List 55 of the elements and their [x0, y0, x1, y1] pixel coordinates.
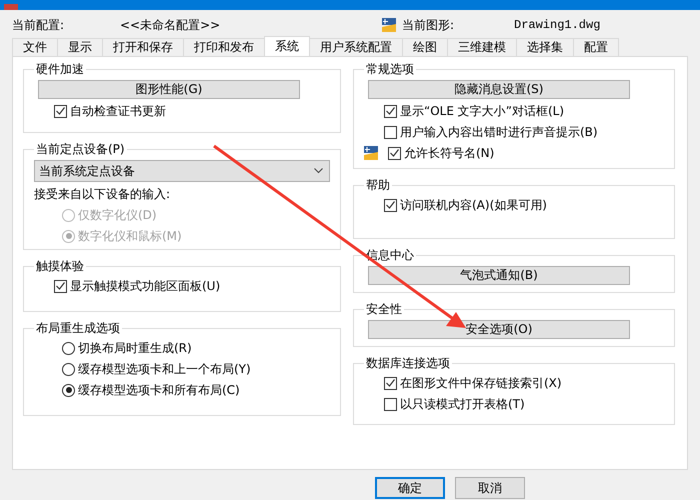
radio-label: 缓存模型选项卡和上一个布局(Y) [78, 360, 251, 378]
checkbox-label: 在图形文件中保存链接索引(X) [400, 374, 562, 392]
radio-button[interactable] [62, 384, 75, 396]
radio-button[interactable] [62, 342, 75, 354]
checkbox[interactable] [388, 146, 401, 160]
checkbox-label: 用户输入内容出错时进行声音提示(B) [400, 124, 598, 140]
group-title: 帮助 [365, 177, 391, 194]
profile-label: 当前配置: [12, 16, 66, 34]
option-button[interactable]: 隐藏消息设置(S) [368, 80, 630, 99]
option-button[interactable]: 气泡式通知(B) [368, 266, 630, 285]
checkbox[interactable] [54, 280, 67, 292]
checkbox-label: 显示触摸模式功能区面板(U) [70, 278, 220, 294]
checkbox[interactable] [54, 104, 67, 118]
checkbox[interactable] [384, 104, 397, 118]
tab[interactable]: 打印和发布 [183, 38, 265, 56]
dialog-button[interactable]: 确定 [375, 477, 445, 499]
group-title: 当前定点设备(P) [35, 141, 126, 158]
checkbox[interactable] [384, 398, 397, 410]
checkbox[interactable] [384, 126, 397, 138]
input-label: 接受来自以下设备的输入: [34, 186, 170, 202]
tab[interactable]: 配置 [573, 38, 619, 56]
checkbox[interactable] [384, 376, 397, 390]
group-title: 硬件加速 [35, 61, 85, 78]
profile-value: <<未命名配置>> [120, 16, 222, 34]
app-icon [4, 4, 18, 10]
radio-label: 仅数字化仪(D) [78, 206, 157, 224]
checkbox-label: 访问联机内容(A)(如果可用) [400, 196, 547, 214]
tab[interactable]: 打开和保存 [102, 38, 184, 56]
tab[interactable]: 选择集 [516, 38, 574, 56]
checkbox-label: 自动检查证书更新 [70, 102, 166, 120]
radio-label: 数字化仪和鼠标(M) [78, 228, 182, 244]
radio-button[interactable] [62, 362, 75, 376]
chevron-down-icon [314, 168, 323, 174]
radio-label: 切换布局时重生成(R) [78, 340, 192, 356]
dialog-button[interactable]: 取消 [455, 477, 525, 499]
group-title: 布局重生成选项 [35, 320, 121, 337]
radio-label: 缓存模型选项卡和所有布局(C) [78, 382, 240, 398]
tab[interactable]: 用户系统配置 [309, 38, 403, 56]
dropdown[interactable]: 当前系统定点设备 [34, 160, 330, 182]
group-title: 触摸体验 [35, 258, 85, 275]
option-button[interactable]: 安全选项(O) [368, 320, 630, 339]
tab[interactable]: 文件 [12, 38, 58, 56]
drawing-name: Drawing1.dwg [514, 18, 600, 32]
group-title: 安全性 [365, 301, 403, 318]
option-button[interactable]: 图形性能(G) [38, 80, 300, 99]
group-title: 数据库连接选项 [365, 355, 451, 372]
checkbox-label: 允许长符号名(N) [404, 144, 494, 162]
group-title: 常规选项 [365, 61, 415, 78]
checkbox-label: 以只读模式打开表格(T) [400, 396, 525, 412]
drawing-file-icon [382, 18, 396, 32]
tab[interactable]: 系统 [264, 36, 310, 56]
checkbox[interactable] [384, 198, 397, 212]
checkbox-label: 显示“OLE 文字大小”对话框(L) [400, 102, 564, 120]
tab[interactable]: 显示 [57, 38, 103, 56]
drawing-label: 当前图形: [402, 16, 456, 34]
